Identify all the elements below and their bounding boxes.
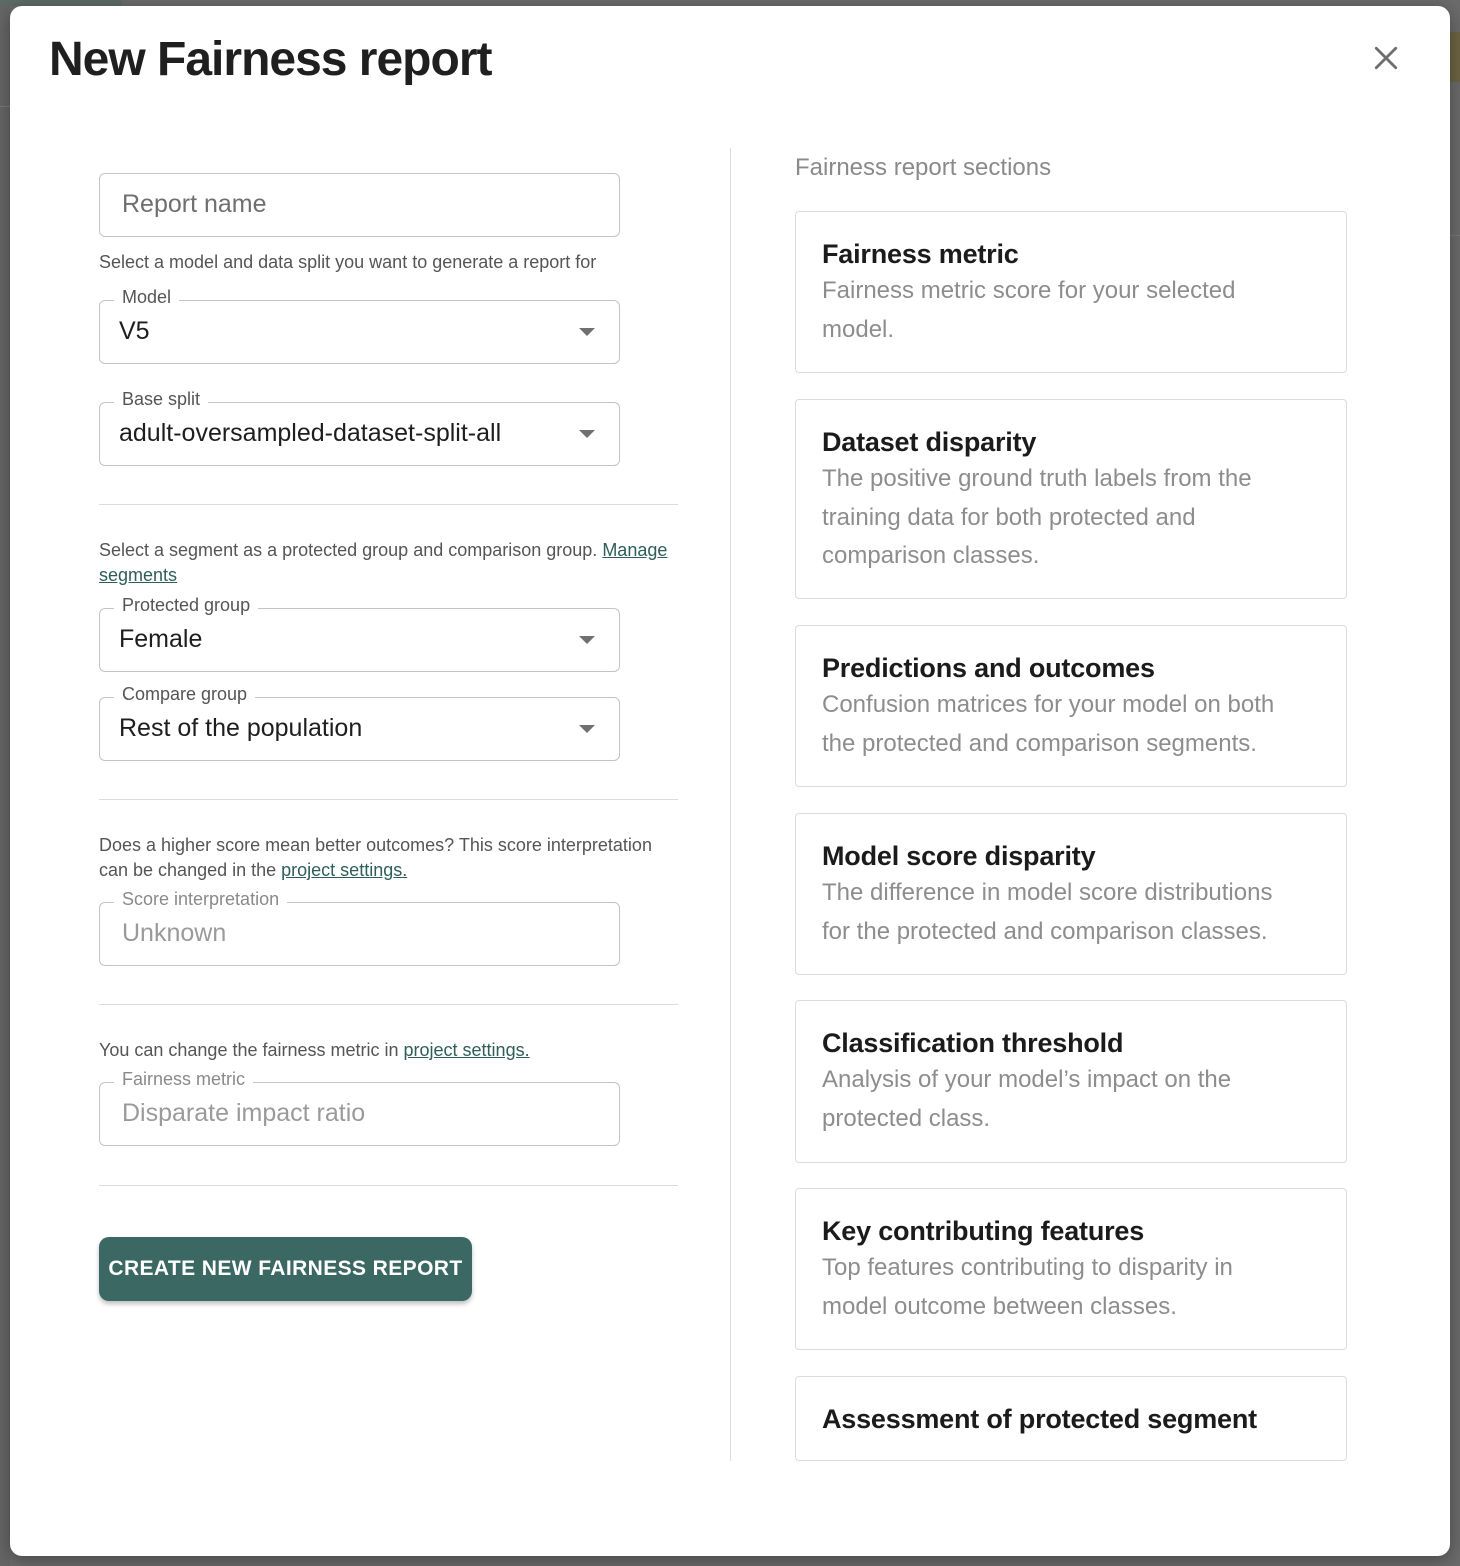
fairness-metric-field: Fairness metric Disparate impact ratio: [99, 1069, 620, 1146]
base-split-label: Base split: [114, 389, 209, 410]
section-card-dataset-disparity: Dataset disparity The positive ground tr…: [795, 399, 1347, 599]
section-divider: [99, 799, 678, 800]
card-title: Model score disparity: [822, 841, 1096, 871]
card-description: Confusion matrices for your model on bot…: [822, 691, 1275, 757]
protected-group-value: Female: [119, 625, 203, 653]
card-title: Predictions and outcomes: [822, 653, 1155, 683]
report-name-placeholder: Report name: [122, 190, 267, 218]
protected-group-label: Protected group: [114, 595, 259, 616]
model-helper-text: Select a model and data split you want t…: [99, 252, 597, 272]
new-fairness-report-dialog: New Fairness report Report name Select a…: [10, 6, 1450, 1556]
base-split-select[interactable]: Base split adult-oversampled-dataset-spl…: [99, 389, 620, 466]
create-report-button[interactable]: CREATE NEW FAIRNESS REPORT: [99, 1237, 472, 1301]
background-page: [0, 0, 10, 1566]
compare-group-label: Compare group: [114, 684, 256, 705]
sections-heading: Fairness report sections: [795, 154, 1052, 181]
compare-group-value: Rest of the population: [119, 714, 363, 742]
card-description: Analysis of your model’s impact on the p…: [822, 1066, 1232, 1132]
chevron-down-icon: [579, 328, 595, 336]
metric-helper-label: You can change the fairness metric in: [99, 1040, 404, 1060]
card-title: Classification threshold: [822, 1028, 1124, 1058]
background-divider: [0, 106, 10, 107]
compare-group-select[interactable]: Compare group Rest of the population: [99, 684, 620, 761]
metric-project-settings-link[interactable]: project settings.: [404, 1040, 530, 1060]
card-description: The difference in model score distributi…: [822, 879, 1273, 945]
section-card-assessment: Assessment of protected segment: [795, 1376, 1347, 1461]
section-card-fairness-metric: Fairness metric Fairness metric score fo…: [795, 211, 1347, 373]
model-select[interactable]: Model V5: [99, 287, 620, 364]
base-split-value: adult-oversampled-dataset-split-all: [119, 419, 502, 447]
model-label: Model: [114, 287, 180, 308]
card-title: Assessment of protected segment: [822, 1404, 1257, 1434]
score-helper-text: Does a higher score mean better outcomes…: [99, 833, 679, 883]
chevron-down-icon: [579, 725, 595, 733]
close-button[interactable]: [1368, 40, 1404, 76]
card-description: Top features contributing to disparity i…: [822, 1254, 1233, 1320]
section-card-model-score-disparity: Model score disparity The difference in …: [795, 813, 1347, 975]
column-divider: [730, 148, 731, 1461]
dialog-title: New Fairness report: [49, 33, 492, 86]
segment-helper-text: Select a segment as a protected group an…: [99, 538, 679, 588]
section-divider: [99, 1185, 678, 1186]
chevron-down-icon: [579, 636, 595, 644]
background-divider: [1450, 235, 1460, 236]
section-divider: [99, 1004, 678, 1005]
section-card-classification-threshold: Classification threshold Analysis of you…: [795, 1000, 1347, 1163]
report-name-input[interactable]: Report name: [99, 173, 620, 237]
section-divider: [99, 504, 678, 505]
protected-group-select[interactable]: Protected group Female: [99, 595, 620, 672]
card-title: Dataset disparity: [822, 427, 1037, 457]
section-card-predictions-outcomes: Predictions and outcomes Confusion matri…: [795, 625, 1347, 787]
card-title: Fairness metric: [822, 239, 1019, 269]
score-project-settings-link[interactable]: project settings.: [281, 860, 407, 880]
card-description: Fairness metric score for your selected …: [822, 277, 1236, 343]
segment-helper-label: Select a segment as a protected group an…: [99, 540, 603, 560]
fairness-metric-value: Disparate impact ratio: [122, 1099, 366, 1127]
card-title: Key contributing features: [822, 1216, 1145, 1246]
card-description: The positive ground truth labels from th…: [822, 465, 1252, 569]
metric-helper-text: You can change the fairness metric in pr…: [99, 1038, 679, 1063]
score-interpretation-label: Score interpretation: [114, 889, 288, 910]
fairness-metric-label: Fairness metric: [114, 1069, 254, 1090]
close-icon: [1374, 46, 1398, 70]
chevron-down-icon: [579, 430, 595, 438]
score-interpretation-value: Unknown: [122, 919, 227, 947]
score-interpretation-field: Score interpretation Unknown: [99, 889, 620, 966]
model-value: V5: [119, 317, 150, 345]
section-card-key-features: Key contributing features Top features c…: [795, 1188, 1347, 1350]
